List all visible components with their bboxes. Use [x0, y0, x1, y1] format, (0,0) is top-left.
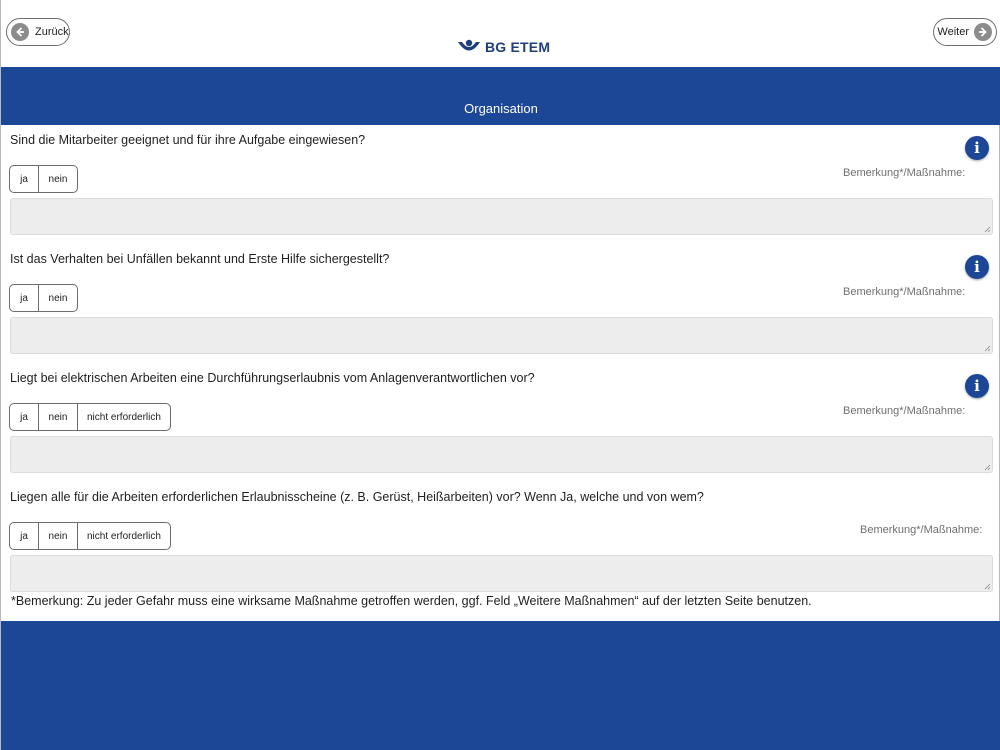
- remark-textarea[interactable]: [10, 198, 993, 235]
- remark-label: Bemerkung*/Maßnahme:: [843, 167, 966, 179]
- info-icon[interactable]: i: [965, 136, 989, 160]
- resize-grip-icon[interactable]: [984, 226, 991, 233]
- arrow-right-circle-icon: [974, 23, 992, 41]
- app-frame: Zurück BG ETEM Weiter Organisation Sind …: [0, 0, 1000, 750]
- answer-nein-button[interactable]: nein: [38, 523, 77, 549]
- answer-toggle: ja nein: [9, 165, 78, 193]
- arrow-left-circle-icon: [11, 23, 29, 41]
- remark-label: Bemerkung*/Maßnahme:: [843, 286, 966, 298]
- back-button-label: Zurück: [35, 26, 69, 38]
- remark-textarea[interactable]: [10, 436, 993, 473]
- answer-nein-button[interactable]: nein: [38, 404, 77, 430]
- back-button[interactable]: Zurück: [6, 18, 70, 46]
- answer-ja-button[interactable]: ja: [10, 523, 38, 549]
- answer-ja-button[interactable]: ja: [10, 285, 38, 311]
- remark-textarea[interactable]: [10, 555, 993, 592]
- info-icon[interactable]: i: [965, 374, 989, 398]
- question-text: Sind die Mitarbeiter geeignet und für ih…: [10, 133, 366, 147]
- bg-etem-logo-icon: [458, 39, 480, 51]
- question-text: Liegen alle für die Arbeiten erforderlic…: [10, 490, 704, 504]
- footer-band: [1, 621, 1000, 750]
- answer-toggle: ja nein nicht erforderlich: [9, 403, 171, 431]
- answer-nein-button[interactable]: nein: [38, 166, 77, 192]
- resize-grip-icon[interactable]: [984, 583, 991, 590]
- answer-nein-button[interactable]: nein: [38, 285, 77, 311]
- header: Zurück BG ETEM Weiter: [1, 0, 1000, 67]
- footnote: *Bemerkung: Zu jeder Gefahr muss eine wi…: [11, 594, 812, 608]
- answer-nicht-erforderlich-button[interactable]: nicht erforderlich: [77, 404, 170, 430]
- logo-text: BG ETEM: [485, 39, 551, 55]
- answer-ja-button[interactable]: ja: [10, 166, 38, 192]
- remark-label: Bemerkung*/Maßnahme:: [843, 405, 966, 417]
- resize-grip-icon[interactable]: [984, 464, 991, 471]
- next-button-label: Weiter: [937, 26, 969, 38]
- answer-toggle: ja nein: [9, 284, 78, 312]
- question-text: Liegt bei elektrischen Arbeiten eine Dur…: [10, 371, 535, 385]
- answer-toggle: ja nein nicht erforderlich: [9, 522, 171, 550]
- question-text: Ist das Verhalten bei Unfällen bekannt u…: [10, 252, 390, 266]
- answer-nicht-erforderlich-button[interactable]: nicht erforderlich: [77, 523, 170, 549]
- resize-grip-icon[interactable]: [984, 345, 991, 352]
- next-button[interactable]: Weiter: [933, 18, 997, 46]
- remark-textarea[interactable]: [10, 317, 993, 354]
- section-title: Organisation: [464, 101, 538, 116]
- logo: BG ETEM: [457, 37, 550, 57]
- info-icon[interactable]: i: [965, 255, 989, 279]
- section-header: Organisation: [1, 67, 1000, 125]
- remark-label: Bemerkung*/Maßnahme:: [860, 524, 983, 536]
- answer-ja-button[interactable]: ja: [10, 404, 38, 430]
